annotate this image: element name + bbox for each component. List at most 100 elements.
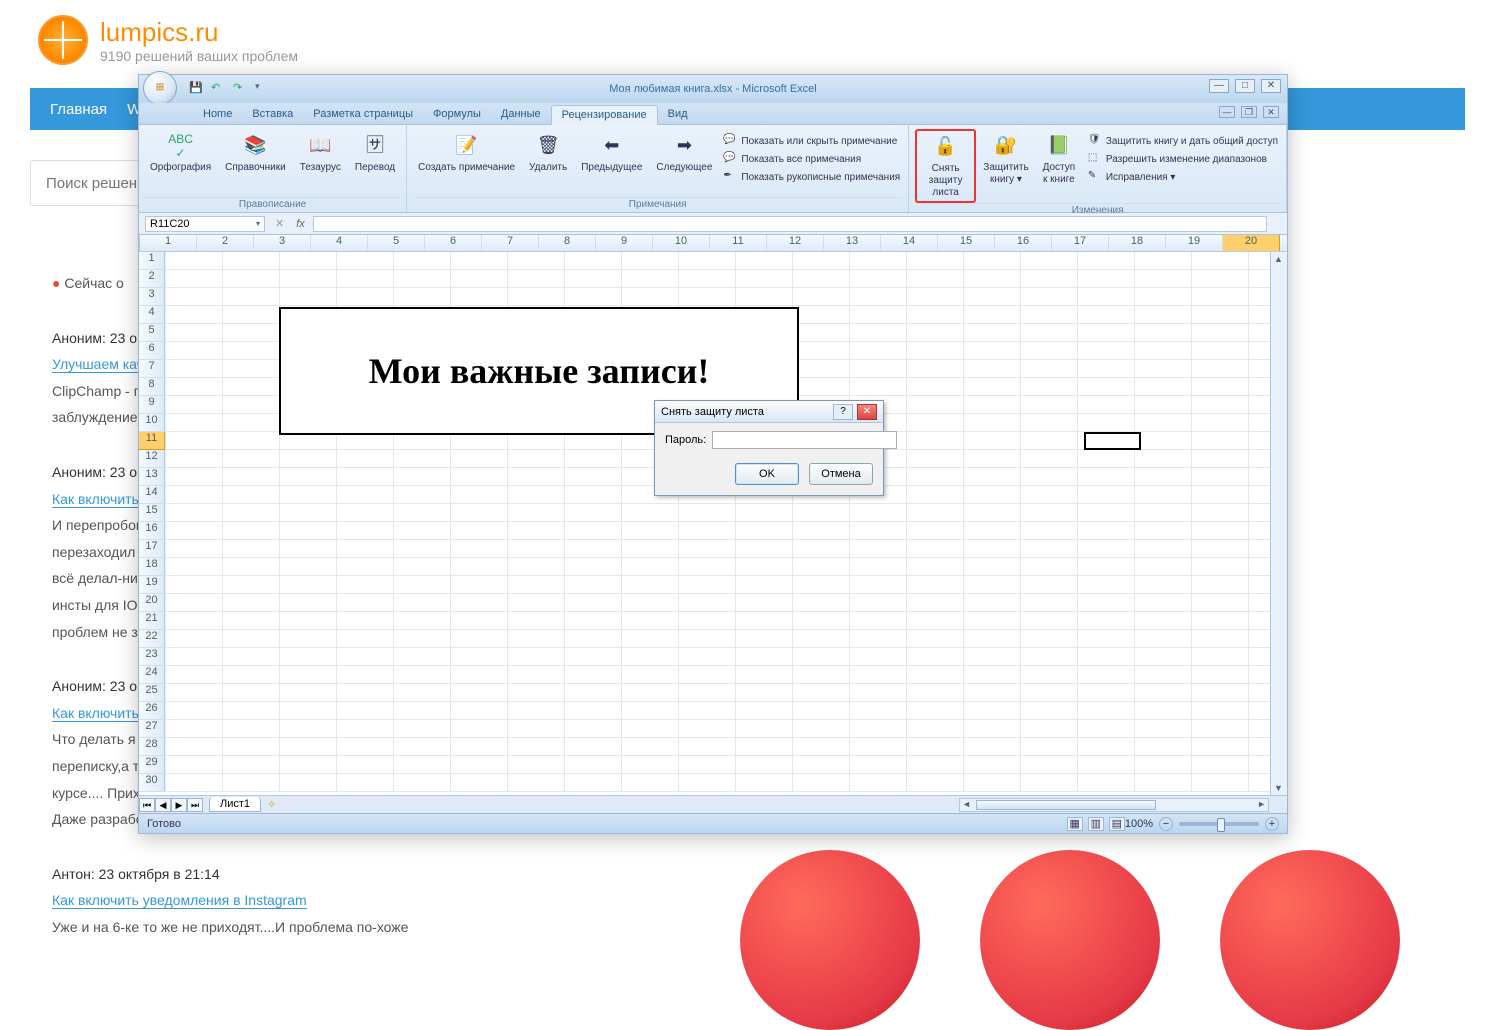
tab-home[interactable]: Home xyxy=(193,105,242,124)
row-header[interactable]: 27 xyxy=(139,720,165,738)
dialog-titlebar[interactable]: Снять защиту листа ? ✕ xyxy=(655,401,883,423)
vertical-scrollbar[interactable] xyxy=(1270,252,1287,795)
maximize-button[interactable]: □ xyxy=(1235,79,1255,93)
tab-данные[interactable]: Данные xyxy=(491,105,551,124)
help-button[interactable]: ? xyxy=(833,404,853,420)
row-header[interactable]: 23 xyxy=(139,648,165,666)
comment-link[interactable]: Как включить xyxy=(52,705,139,722)
col-header[interactable]: 2 xyxy=(197,235,254,251)
col-header[interactable]: 1 xyxy=(140,235,197,251)
row-header[interactable]: 25 xyxy=(139,684,165,702)
show-hide-comment[interactable]: 💬Показать или скрыть примечание xyxy=(721,133,902,149)
comment-link[interactable]: Как включить уведомления в Instagram xyxy=(52,892,307,909)
first-sheet-button[interactable]: ⏮ xyxy=(139,798,155,812)
save-icon[interactable]: 💾 xyxy=(189,81,205,97)
protect-workbook-button[interactable]: 🔐Защитить книгу ▾ xyxy=(980,129,1032,189)
prev-comment-button[interactable]: ⬅Предыдущее xyxy=(576,129,647,177)
research-button[interactable]: 📚Справочники xyxy=(220,129,291,177)
comment-link[interactable]: Улучшаем кач xyxy=(52,356,144,373)
fx-icon[interactable]: fx xyxy=(288,218,313,230)
zoom-slider[interactable] xyxy=(1179,822,1259,826)
cancel-icon[interactable]: ✕ xyxy=(271,217,288,230)
view-normal-icon[interactable]: ▦ xyxy=(1067,817,1083,831)
undo-icon[interactable]: ↶ xyxy=(211,81,227,97)
next-comment-button[interactable]: ➡Следующее xyxy=(651,129,717,177)
col-header[interactable]: 18 xyxy=(1109,235,1166,251)
office-button[interactable]: ⊞ xyxy=(143,71,177,105)
zoom-level[interactable]: 100% xyxy=(1125,818,1153,830)
row-header[interactable]: 20 xyxy=(139,594,165,612)
next-sheet-button[interactable]: ▶ xyxy=(171,798,187,812)
name-box[interactable]: R11C20▾ xyxy=(145,216,265,232)
row-header[interactable]: 26 xyxy=(139,702,165,720)
new-sheet-button[interactable]: ✧ xyxy=(267,798,276,811)
sheet-tab[interactable]: Лист1 xyxy=(209,797,261,812)
row-header[interactable]: 21 xyxy=(139,612,165,630)
spreadsheet-grid[interactable]: 12345678910111213141516171819202122 1234… xyxy=(139,235,1287,795)
col-header[interactable]: 20 xyxy=(1223,235,1280,251)
col-header[interactable]: 12 xyxy=(767,235,824,251)
row-header[interactable]: 24 xyxy=(139,666,165,684)
row-header[interactable]: 30 xyxy=(139,774,165,792)
row-header[interactable]: 14 xyxy=(139,486,165,504)
thesaurus-button[interactable]: 📖Тезаурус xyxy=(295,129,346,177)
row-header[interactable]: 13 xyxy=(139,468,165,486)
row-header[interactable]: 4 xyxy=(139,306,165,324)
formula-input[interactable] xyxy=(313,216,1267,232)
col-header[interactable]: 11 xyxy=(710,235,767,251)
track-changes-button[interactable]: ✎Исправления ▾ xyxy=(1086,169,1280,185)
active-cell[interactable] xyxy=(1084,432,1141,450)
row-header[interactable]: 8 xyxy=(139,378,165,396)
row-header[interactable]: 9 xyxy=(139,396,165,414)
row-header[interactable]: 7 xyxy=(139,360,165,378)
share-workbook-button[interactable]: 📗Доступ к книге xyxy=(1036,129,1082,189)
title-bar[interactable]: ⊞ 💾 ↶ ↷ ▾ Моя любимая книга.xlsx - Micro… xyxy=(139,75,1287,103)
tab-разметка страницы[interactable]: Разметка страницы xyxy=(303,105,423,124)
row-header[interactable]: 18 xyxy=(139,558,165,576)
row-header[interactable]: 29 xyxy=(139,756,165,774)
zoom-out-button[interactable]: − xyxy=(1159,817,1173,831)
row-header[interactable]: 28 xyxy=(139,738,165,756)
row-header[interactable]: 5 xyxy=(139,324,165,342)
tab-формулы[interactable]: Формулы xyxy=(423,105,491,124)
row-header[interactable]: 17 xyxy=(139,540,165,558)
col-header[interactable]: 9 xyxy=(596,235,653,251)
cancel-button[interactable]: Отмена xyxy=(809,463,873,485)
nav-home[interactable]: Главная xyxy=(50,101,107,118)
translate-button[interactable]: 🈂Перевод xyxy=(350,129,400,177)
minimize-button[interactable]: — xyxy=(1209,79,1229,93)
col-header[interactable]: 10 xyxy=(653,235,710,251)
password-input[interactable] xyxy=(712,431,897,449)
row-header[interactable]: 2 xyxy=(139,270,165,288)
row-header[interactable]: 3 xyxy=(139,288,165,306)
col-header[interactable]: 7 xyxy=(482,235,539,251)
dialog-close-button[interactable]: ✕ xyxy=(857,404,877,420)
col-header[interactable]: 15 xyxy=(938,235,995,251)
row-header[interactable]: 12 xyxy=(139,450,165,468)
redo-icon[interactable]: ↷ xyxy=(233,81,249,97)
row-header[interactable]: 22 xyxy=(139,630,165,648)
close-button[interactable]: ✕ xyxy=(1261,79,1281,93)
row-header[interactable]: 10 xyxy=(139,414,165,432)
doc-minimize-button[interactable]: — xyxy=(1219,106,1235,118)
show-ink[interactable]: ✒Показать рукописные примечания xyxy=(721,169,902,185)
tab-вставка[interactable]: Вставка xyxy=(242,105,303,124)
protect-share-button[interactable]: 🛡Защитить книгу и дать общий доступ xyxy=(1086,133,1280,149)
row-header[interactable]: 19 xyxy=(139,576,165,594)
col-header[interactable]: 17 xyxy=(1052,235,1109,251)
site-logo[interactable]: lumpics.ru 9190 решений ваших проблем xyxy=(38,15,298,65)
spelling-button[interactable]: ABC✓Орфография xyxy=(145,129,216,177)
view-layout-icon[interactable]: ▥ xyxy=(1088,817,1104,831)
last-sheet-button[interactable]: ⏭ xyxy=(187,798,203,812)
col-header[interactable]: 6 xyxy=(425,235,482,251)
comment-link[interactable]: Как включить xyxy=(52,491,139,508)
doc-close-button[interactable]: ✕ xyxy=(1263,106,1279,118)
col-header[interactable]: 3 xyxy=(254,235,311,251)
new-comment-button[interactable]: 📝Создать примечание xyxy=(413,129,520,177)
col-header[interactable]: 16 xyxy=(995,235,1052,251)
row-header[interactable]: 1 xyxy=(139,252,165,270)
col-header[interactable]: 19 xyxy=(1166,235,1223,251)
row-header[interactable]: 11 xyxy=(139,432,165,450)
tab-рецензирование[interactable]: Рецензирование xyxy=(551,105,658,125)
row-header[interactable]: 16 xyxy=(139,522,165,540)
